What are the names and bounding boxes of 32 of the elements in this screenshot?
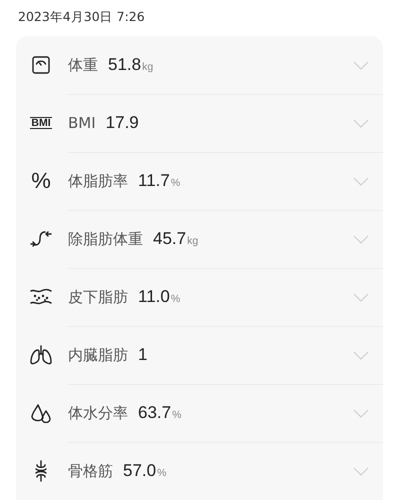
metric-label: 体脂肪率 [68, 170, 128, 192]
expand-chevron-icon[interactable] [353, 467, 369, 476]
metric-label: 皮下脂肪 [68, 286, 128, 308]
metric-value: 11.7% [138, 170, 180, 192]
scale-icon [31, 55, 51, 75]
percent-icon: % [31, 170, 51, 192]
metric-label: 除脂肪体重 [68, 228, 143, 250]
fat-layer-icon [30, 288, 52, 306]
metric-value: 63.7% [138, 402, 182, 424]
metric-label: 骨格筋 [68, 460, 113, 482]
expand-chevron-icon[interactable] [353, 351, 369, 360]
figure-arrows-icon [30, 229, 52, 249]
metric-label: 体水分率 [68, 402, 128, 424]
metric-value: 51.8kg [108, 54, 154, 76]
lungs-icon [30, 345, 52, 365]
metric-value: 11.0% [138, 286, 180, 308]
metric-value: 17.9 [106, 112, 139, 134]
metric-value: 1 [138, 344, 148, 366]
expand-chevron-icon[interactable] [353, 61, 369, 70]
water-drops-icon [30, 403, 52, 423]
expand-chevron-icon[interactable] [353, 293, 369, 302]
bone-joint-icon [33, 460, 49, 482]
metric-label: BMI [68, 112, 96, 134]
expand-chevron-icon[interactable] [353, 409, 369, 418]
metric-label: 体重 [68, 54, 98, 76]
metric-label: 内臓脂肪 [68, 344, 128, 366]
expand-chevron-icon[interactable] [353, 119, 369, 128]
metric-value: 57.0% [123, 460, 166, 482]
timestamp: 2023年4月30日 7:26 [17, 8, 146, 26]
expand-chevron-icon[interactable] [353, 235, 369, 244]
metric-value: 45.7kg [153, 228, 198, 250]
expand-chevron-icon[interactable] [353, 177, 369, 186]
